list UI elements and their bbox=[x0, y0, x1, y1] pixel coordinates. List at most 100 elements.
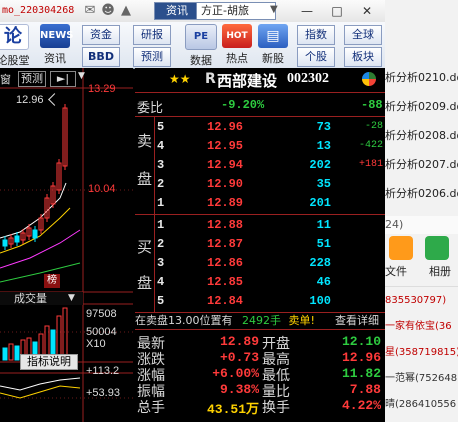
buy-row[interactable]: 3 12.86 228 bbox=[155, 255, 385, 273]
buy-row[interactable]: 4 12.85 46 bbox=[155, 274, 385, 292]
sell-price: 12.94 bbox=[207, 158, 244, 172]
hot-label: 热点 bbox=[226, 52, 248, 65]
stat-value-right: 7.88 bbox=[349, 382, 381, 397]
chevron-down-icon[interactable]: ▼ bbox=[270, 4, 278, 15]
file-item[interactable]: 析分析0206.doc bbox=[385, 182, 458, 206]
buy-price: 12.88 bbox=[207, 218, 244, 232]
indicator-lines bbox=[0, 377, 81, 399]
axis-mid-label: 10.04 bbox=[88, 183, 116, 195]
chart-next-button[interactable]: ►| bbox=[50, 71, 76, 87]
alert-ticker[interactable]: 在卖盘13.00位置有 2492手 卖单! 查看详细 bbox=[135, 313, 385, 329]
chat-item[interactable]: 一家有依宝(36 bbox=[385, 317, 458, 337]
ticker-action: 卖单! bbox=[288, 314, 315, 327]
forum-icon: 论 bbox=[0, 24, 29, 50]
volume-menu-icon[interactable]: ▼ bbox=[68, 292, 75, 305]
rank-letter: R bbox=[205, 71, 216, 87]
sell-price: 12.96 bbox=[207, 120, 244, 134]
maximize-button[interactable]: □ bbox=[324, 2, 350, 20]
ticker-detail-link[interactable]: 查看详细 bbox=[335, 313, 379, 329]
global-button[interactable]: 全球 bbox=[344, 25, 382, 45]
buy-row[interactable]: 1 12.88 11 bbox=[155, 217, 385, 235]
sell-row[interactable]: 3 12.94 202 +181 bbox=[155, 157, 385, 175]
sell-volume: 202 bbox=[309, 158, 331, 172]
chat-item[interactable]: 星(358719815) bbox=[385, 343, 458, 363]
sell-change: -28 bbox=[364, 121, 383, 132]
file-item[interactable]: 析分析0207.doc bbox=[385, 153, 458, 177]
sell-price: 12.95 bbox=[207, 139, 244, 153]
chat-count: 24) bbox=[385, 216, 458, 234]
ranking-badge[interactable]: 榜 bbox=[44, 274, 60, 288]
file-item[interactable]: 析分析0210.doc bbox=[385, 66, 458, 90]
sell-change: +181 bbox=[358, 159, 383, 170]
news-button[interactable]: NEWS 资讯 bbox=[38, 24, 73, 66]
candlestick-series bbox=[2, 104, 68, 250]
buy-price: 12.85 bbox=[207, 275, 244, 289]
weibi-label: 委比 bbox=[137, 100, 164, 115]
buy-level: 2 bbox=[157, 237, 165, 251]
chart-forecast-tab[interactable]: 预测 bbox=[18, 71, 46, 87]
chart-menu-icon[interactable]: ▼ bbox=[78, 71, 85, 81]
research-button[interactable]: 研报 bbox=[133, 25, 171, 45]
folder-icon[interactable] bbox=[389, 236, 413, 260]
index-button[interactable]: 指数 bbox=[297, 25, 335, 45]
window-controls: — □ ✕ bbox=[294, 2, 382, 20]
sector-button[interactable]: 板块 bbox=[344, 47, 382, 67]
sell-price: 12.89 bbox=[207, 196, 244, 210]
funds-button[interactable]: 资金 bbox=[82, 25, 120, 45]
sell-row[interactable]: 2 12.90 35 bbox=[155, 176, 385, 194]
forum-button[interactable]: 论 论股堂 bbox=[0, 24, 34, 68]
mail-icon[interactable]: ✉ bbox=[82, 3, 98, 19]
buy-level: 5 bbox=[157, 294, 165, 308]
sell-row[interactable]: 4 12.95 13 -422 bbox=[155, 138, 385, 156]
photo-icon[interactable] bbox=[425, 236, 449, 260]
volume-bars bbox=[2, 307, 68, 361]
stock-button[interactable]: 个股 bbox=[297, 47, 335, 67]
file-item[interactable]: 析分析0209.doc bbox=[385, 95, 458, 119]
stat-value-right: 12.96 bbox=[341, 350, 381, 365]
broker-select[interactable]: 方正-胡旅 bbox=[196, 2, 276, 20]
axis-top-label: 13.29 bbox=[88, 83, 116, 95]
volume-label: 成交量 bbox=[14, 292, 47, 305]
close-button[interactable]: ✕ bbox=[354, 2, 380, 20]
buy-side-label-2: 盘 bbox=[137, 275, 153, 292]
forecast-button[interactable]: 预测 bbox=[133, 47, 171, 67]
forum-label: 论股堂 bbox=[0, 54, 30, 67]
sell-row[interactable]: 1 12.89 201 bbox=[155, 195, 385, 213]
minimize-button[interactable]: — bbox=[294, 2, 320, 20]
data-button[interactable]: PE 数据 bbox=[184, 24, 218, 68]
username-label: mo_220304268 bbox=[2, 5, 75, 16]
indicator-help-button[interactable]: 指标说明 bbox=[20, 354, 78, 370]
file-item[interactable]: 析分析0208.doc bbox=[385, 124, 458, 148]
buy-row[interactable]: 5 12.84 100 bbox=[155, 293, 385, 311]
indicator-value-2: +53.93 bbox=[86, 387, 120, 399]
chat-item[interactable]: 835530797) bbox=[385, 291, 458, 311]
tab-news[interactable]: 资讯 bbox=[154, 2, 200, 20]
buy-volume: 11 bbox=[316, 218, 331, 232]
buy-row[interactable]: 2 12.87 51 bbox=[155, 236, 385, 254]
indicator-line-1 bbox=[0, 377, 81, 391]
sell-price: 12.90 bbox=[207, 177, 244, 191]
volume-bar bbox=[14, 345, 20, 361]
ipo-button[interactable]: ▤ 新股 bbox=[256, 24, 290, 66]
chat-item[interactable]: 晴(286410556 bbox=[385, 395, 458, 415]
buy-volume: 100 bbox=[309, 294, 331, 308]
sell-level: 2 bbox=[157, 177, 165, 191]
shirt-icon[interactable]: ▲ bbox=[118, 3, 134, 19]
buy-price: 12.86 bbox=[207, 256, 244, 270]
sell-row[interactable]: 5 12.96 73 -28 bbox=[155, 119, 385, 137]
hot-button[interactable]: HOT 热点 bbox=[220, 24, 254, 66]
chart-window-tab[interactable]: 窗 bbox=[0, 71, 11, 86]
volume-header: 成交量 ▼ bbox=[0, 292, 83, 305]
chart-pie-icon[interactable] bbox=[362, 72, 376, 86]
kline-chart-panel[interactable]: 窗 预测 ►| ▼ 12.96 13.29 10.04 榜 成交量 ▼ 9750… bbox=[0, 68, 133, 422]
indicator-line-2 bbox=[0, 385, 81, 399]
buy-side-label-1: 买 bbox=[137, 239, 153, 256]
background-desktop: 析分析0210.doc 析分析0209.doc 析分析0208.doc 析分析0207… bbox=[385, 0, 458, 422]
weibi-percent: -9.20% bbox=[221, 98, 265, 112]
chat-item[interactable]: 一范幂(752648 bbox=[385, 369, 458, 389]
main-toolbar: 论 论股堂 NEWS 资讯 资金 研报 BBD 预测 PE 数据 HOT 热点 … bbox=[0, 22, 385, 69]
sell-volume: 13 bbox=[316, 139, 331, 153]
bbd-button[interactable]: BBD bbox=[82, 47, 120, 67]
stat-label-right: 换手 bbox=[262, 399, 290, 415]
user-icon[interactable]: ☻ bbox=[100, 3, 116, 19]
